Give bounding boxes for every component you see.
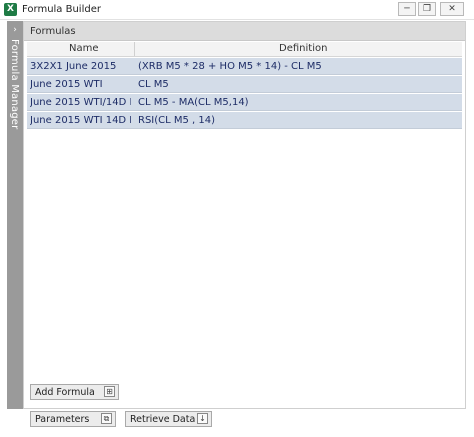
add-icon: ⊞ bbox=[104, 386, 115, 397]
table-row[interactable]: 3X2X1 June 2015 (XRB M5 * 28 + HO M5 * 1… bbox=[27, 58, 462, 75]
retrieve-data-button[interactable]: Retrieve Data ↓ bbox=[125, 411, 212, 427]
panel-header: Formulas bbox=[24, 22, 465, 41]
column-separator[interactable] bbox=[134, 42, 135, 56]
table-row[interactable]: June 2015 WTI/14D MA CL M5 - MA(CL M5,14… bbox=[27, 94, 462, 111]
add-formula-label: Add Formula bbox=[35, 387, 95, 398]
minimize-button[interactable]: ─ bbox=[398, 2, 416, 16]
close-button[interactable]: ✕ bbox=[440, 2, 464, 16]
row-name: June 2015 WTI 14D RSI bbox=[30, 115, 131, 126]
column-header-name[interactable]: Name bbox=[69, 43, 99, 54]
minimize-icon: ─ bbox=[404, 4, 410, 14]
row-name: June 2015 WTI bbox=[30, 79, 103, 90]
formulas-panel: Formulas Name Definition 3X2X1 June 2015… bbox=[23, 21, 466, 409]
bottom-toolbar: Parameters ⧉ Retrieve Data ↓ bbox=[0, 409, 474, 437]
title-bar: X Formula Builder ─ ❐ ✕ bbox=[0, 0, 474, 20]
retrieve-data-label: Retrieve Data bbox=[130, 414, 196, 425]
excel-app-icon: X bbox=[4, 3, 17, 16]
download-icon: ↓ bbox=[197, 413, 208, 424]
window-title: Formula Builder bbox=[22, 4, 101, 15]
expand-chevron-icon[interactable]: › bbox=[7, 25, 23, 35]
grid-header: Name Definition bbox=[27, 42, 462, 57]
column-header-definition[interactable]: Definition bbox=[279, 43, 327, 54]
row-name: June 2015 WTI/14D MA bbox=[30, 97, 131, 108]
parameters-icon: ⧉ bbox=[101, 413, 112, 424]
formula-manager-sidebar[interactable]: › Formula Manager bbox=[7, 21, 23, 409]
row-definition: (XRB M5 * 28 + HO M5 * 14) - CL M5 bbox=[138, 61, 322, 72]
sidebar-label: Formula Manager bbox=[9, 39, 20, 130]
row-name: 3X2X1 June 2015 bbox=[30, 61, 117, 72]
parameters-label: Parameters bbox=[35, 414, 90, 425]
restore-button[interactable]: ❐ bbox=[418, 2, 436, 16]
table-row[interactable]: June 2015 WTI CL M5 bbox=[27, 76, 462, 93]
close-icon: ✕ bbox=[448, 4, 456, 14]
table-row[interactable]: June 2015 WTI 14D RSI RSI(CL M5 , 14) bbox=[27, 112, 462, 129]
row-definition: CL M5 - MA(CL M5,14) bbox=[138, 97, 249, 108]
formulas-grid: Name Definition 3X2X1 June 2015 (XRB M5 … bbox=[27, 42, 462, 129]
add-formula-button[interactable]: Add Formula ⊞ bbox=[30, 384, 119, 400]
row-definition: RSI(CL M5 , 14) bbox=[138, 115, 216, 126]
row-definition: CL M5 bbox=[138, 79, 169, 90]
panel-title: Formulas bbox=[30, 26, 76, 37]
parameters-button[interactable]: Parameters ⧉ bbox=[30, 411, 116, 427]
restore-icon: ❐ bbox=[422, 4, 432, 14]
